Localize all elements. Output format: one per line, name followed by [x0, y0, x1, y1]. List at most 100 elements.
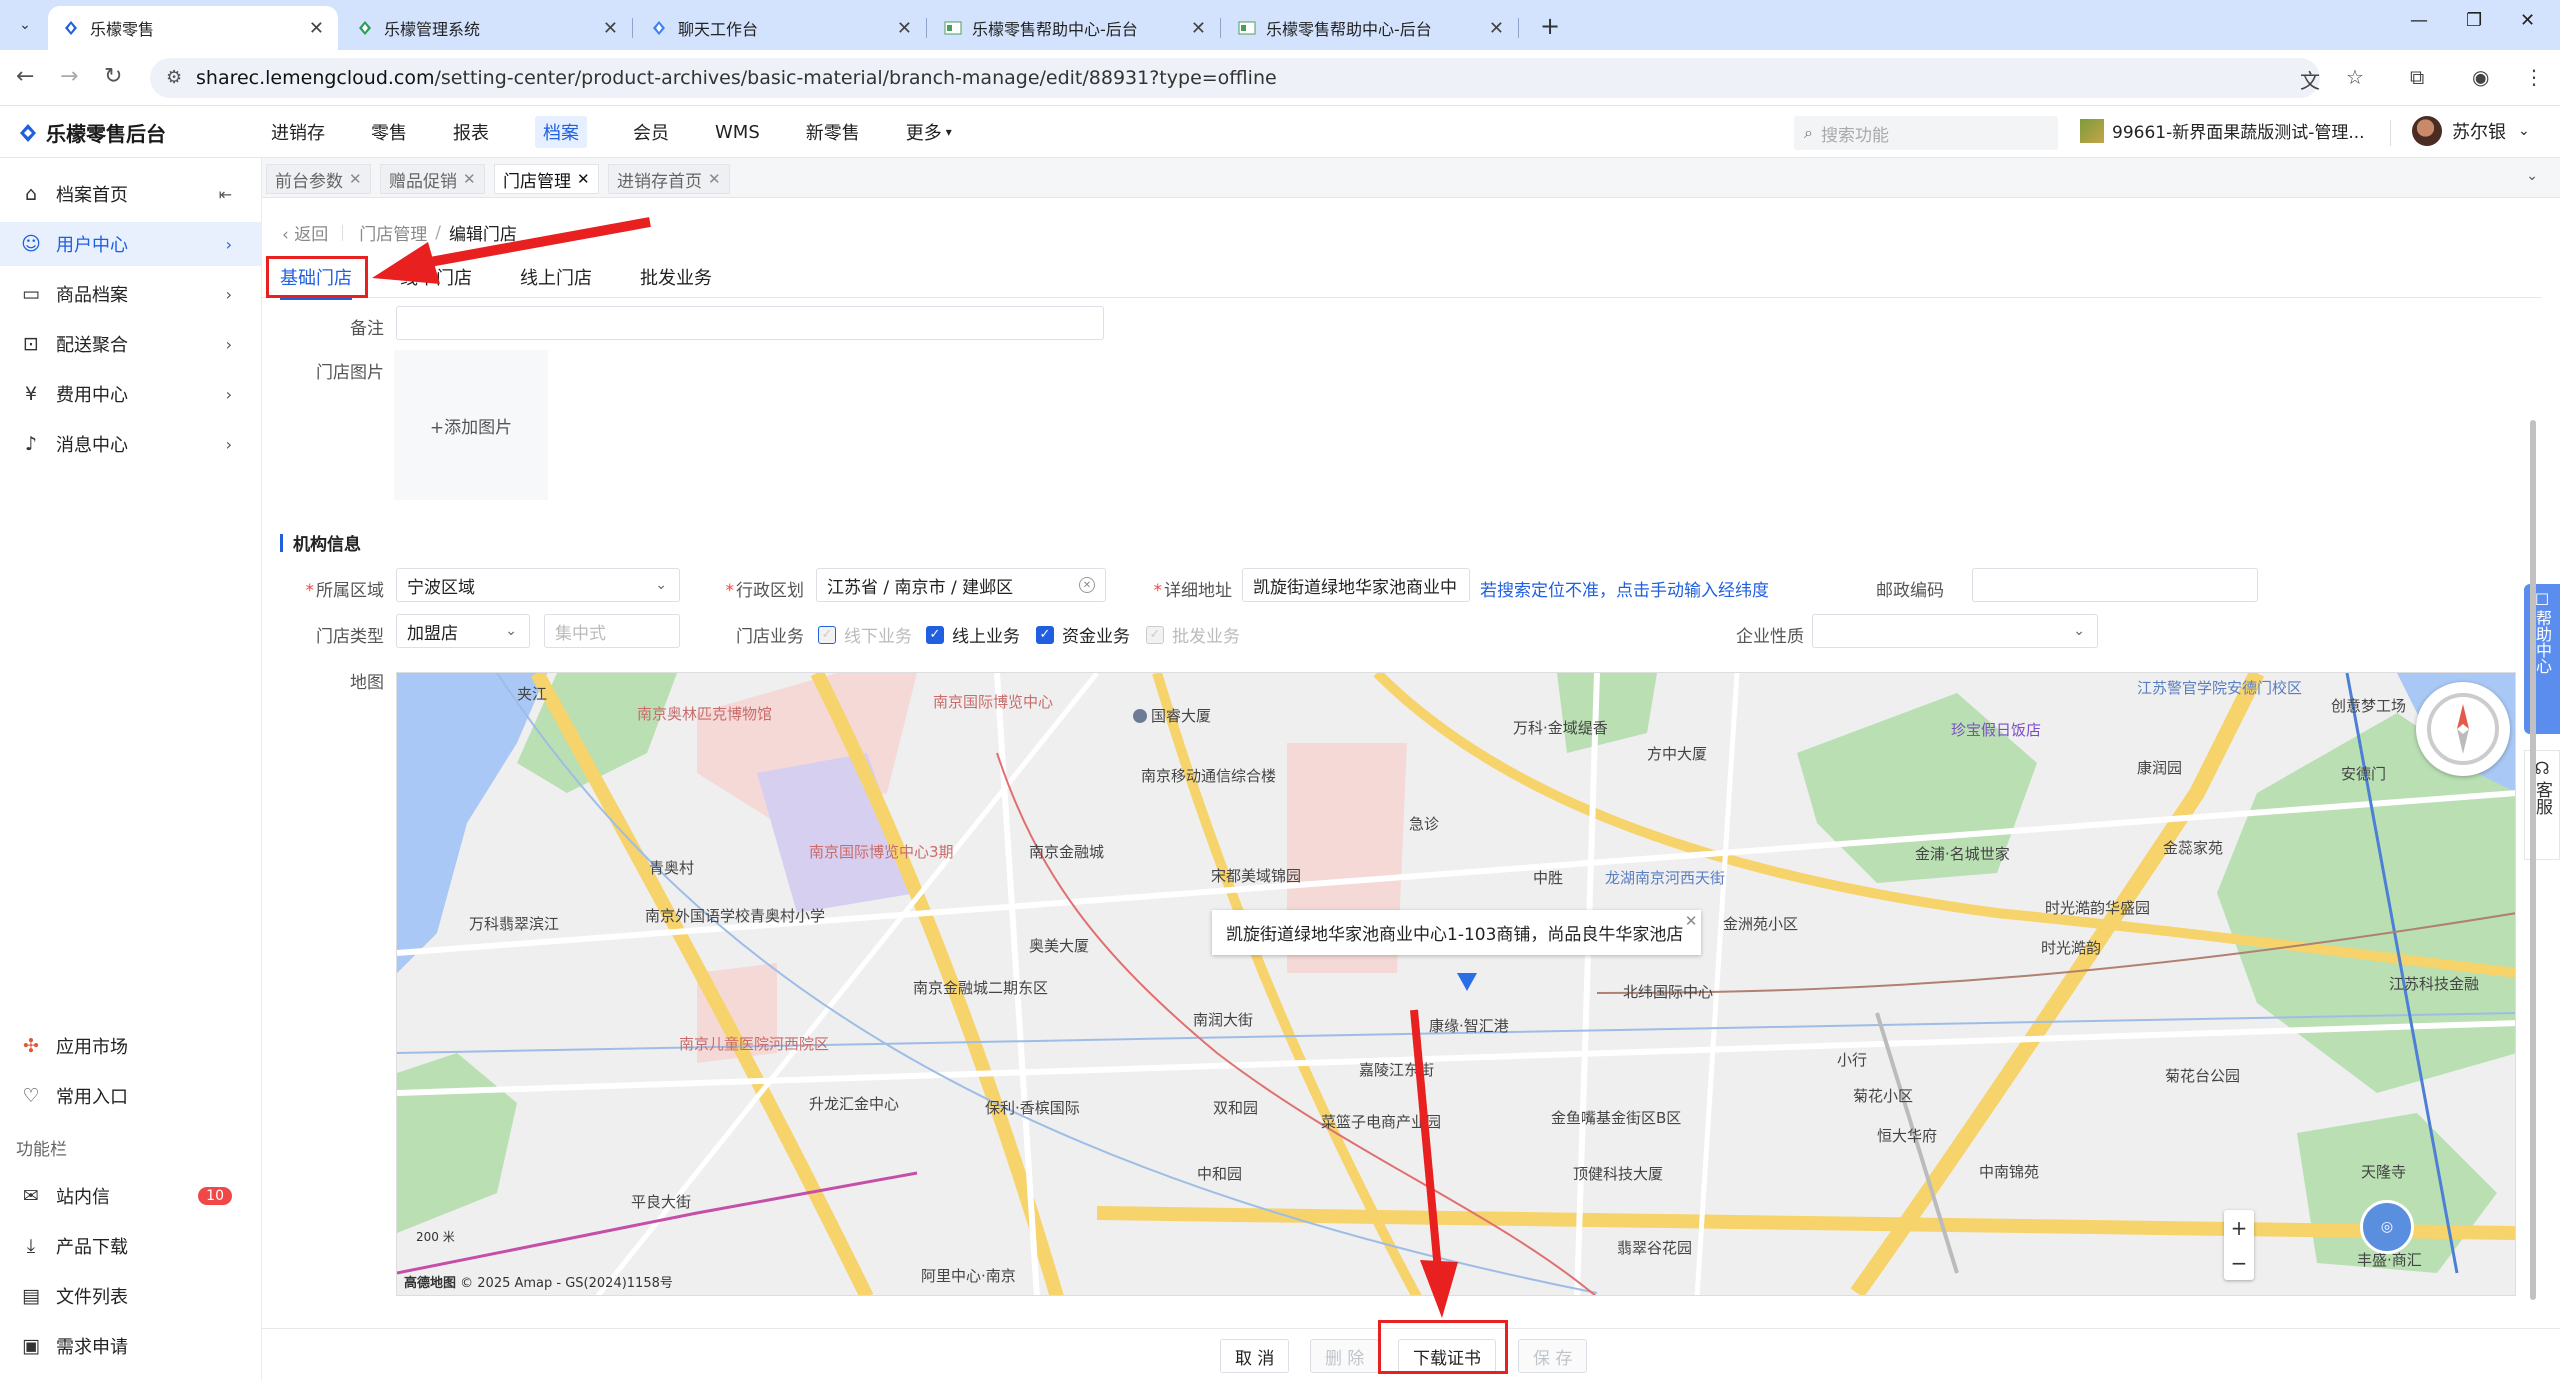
window-close-icon[interactable]: ✕	[2520, 10, 2535, 31]
zoom-out-button[interactable]: −	[2224, 1245, 2254, 1280]
extensions-icon[interactable]: ⧉	[2410, 65, 2424, 89]
map-label: 嘉陵江东街	[1359, 1061, 1435, 1079]
close-icon[interactable]: ✕	[603, 18, 618, 39]
sidebar-item-fees[interactable]: ¥ 费用中心 ›	[0, 372, 262, 416]
page-tab-jxc-home[interactable]: 进销存首页 ✕	[608, 164, 730, 194]
map-attribution: 高德地图 © 2025 Amap - GS(2024)1158号	[404, 1276, 673, 1291]
sidebar-item-inbox[interactable]: ✉ 站内信 10	[0, 1174, 262, 1218]
close-icon[interactable]: ✕	[708, 170, 721, 188]
map-label: 南润大街	[1193, 1011, 1254, 1029]
nav-huiyuan[interactable]: 会员	[617, 106, 685, 158]
tab-search-icon[interactable]: ⌄	[10, 10, 40, 40]
zip-input[interactable]	[1972, 568, 2258, 602]
tab-online-store[interactable]: 线上门店	[520, 264, 592, 290]
site-info-icon[interactable]: ⚙	[166, 67, 182, 88]
nav-xinlingshou[interactable]: 新零售	[790, 106, 876, 158]
delete-button[interactable]: 删 除	[1310, 1339, 1380, 1373]
chevron-down-icon: ⌄	[2518, 123, 2530, 139]
sidebar-item-files[interactable]: ▤ 文件列表	[0, 1274, 262, 1318]
map-compass[interactable]	[2416, 682, 2510, 776]
mode-input[interactable]: 集中式	[544, 614, 680, 648]
cancel-button[interactable]: 取 消	[1220, 1339, 1290, 1373]
bookmark-star-icon[interactable]: ☆	[2346, 65, 2364, 89]
browser-menu-icon[interactable]: ⋮	[2524, 65, 2544, 89]
app-logo[interactable]: 乐檬零售后台	[18, 118, 166, 147]
store-map[interactable]: 夹江 南京奥林匹克博物馆 南京国际博览中心 国睿大厦 南京移动通信综合楼 急诊 …	[396, 672, 2516, 1296]
region-label: * 所属区域	[305, 581, 385, 601]
close-icon[interactable]: ✕	[349, 170, 362, 188]
page-tab-store-manage[interactable]: 门店管理 ✕	[494, 164, 599, 194]
close-icon[interactable]: ✕	[463, 170, 476, 188]
page-tab-zengpin[interactable]: 赠品促销 ✕	[380, 164, 485, 194]
back-arrow-icon[interactable]: ←	[16, 64, 34, 89]
nav-baobiao[interactable]: 报表	[437, 106, 505, 158]
caret-down-icon: ▾	[945, 125, 952, 139]
collapse-sidebar-icon[interactable]: ⇤	[219, 185, 232, 204]
chevron-down-icon[interactable]: ⌄	[2526, 168, 2538, 184]
nav-wms[interactable]: WMS	[699, 106, 776, 158]
online-business-checkbox[interactable]: ✓ 线上业务	[926, 622, 1020, 647]
region-select[interactable]: 宁波区域 ⌄	[396, 568, 680, 602]
back-link[interactable]: ‹ 返回	[282, 220, 328, 245]
browser-tab-0[interactable]: 乐檬零售 ✕	[48, 6, 338, 50]
nav-dangan[interactable]: 档案	[519, 106, 603, 158]
url-input[interactable]: ⚙ sharec.lemengcloud.com/setting-center/…	[150, 58, 2320, 98]
sidebar-item-favorites[interactable]: ♡ 常用入口	[0, 1074, 262, 1118]
close-icon[interactable]: ✕	[1489, 18, 1504, 39]
offline-business-checkbox[interactable]: ✓ 线下业务	[818, 622, 912, 647]
restore-icon[interactable]: ❐	[2466, 10, 2482, 31]
map-label: 江苏警官学院安德门校区	[2137, 679, 2303, 697]
minimize-icon[interactable]: —	[2410, 10, 2428, 31]
store-selector[interactable]: 99661-新界面果蔬版测试-管理...	[2080, 118, 2365, 143]
profile-icon[interactable]: ◉	[2472, 65, 2489, 89]
add-image-button[interactable]: +添加图片	[394, 350, 548, 500]
locate-button[interactable]: ◎	[2360, 1200, 2414, 1254]
nav-jinxiaocun[interactable]: 进销存	[255, 106, 341, 158]
nav-more[interactable]: 更多 ▾	[890, 106, 968, 158]
lemeng-logo-icon	[20, 123, 36, 142]
close-icon[interactable]: ✕	[1191, 18, 1206, 39]
sidebar-item-delivery[interactable]: ⊡ 配送聚合 ›	[0, 322, 262, 366]
browser-tab-1[interactable]: 乐檬管理系统 ✕	[342, 6, 633, 50]
sidebar-item-user-center[interactable]: ☺ 用户中心 ›	[0, 222, 262, 266]
tab-wholesale[interactable]: 批发业务	[640, 264, 712, 290]
zoom-in-button[interactable]: +	[2224, 1210, 2254, 1245]
browser-tab-2[interactable]: 聊天工作台 ✕	[636, 6, 927, 50]
fund-business-checkbox[interactable]: ✓ 资金业务	[1036, 622, 1130, 647]
address-input[interactable]: 凯旋街道绿地华家池商业中	[1242, 568, 1470, 602]
wholesale-business-checkbox[interactable]: ✓ 批发业务	[1146, 622, 1240, 647]
close-icon[interactable]: ✕	[897, 18, 912, 39]
tab-offline-store[interactable]: 线下门店	[400, 264, 472, 290]
manual-coords-link[interactable]: 若搜索定位不准，点击手动输入经纬度	[1480, 576, 1769, 601]
close-icon[interactable]: ✕	[577, 170, 590, 188]
new-tab-button[interactable]: +	[1540, 12, 1560, 40]
user-menu[interactable]: 苏尔银 ⌄	[2412, 116, 2530, 146]
browser-tab-3[interactable]: 乐檬零售帮助中心-后台 ✕	[930, 6, 1221, 50]
sidebar-item-download[interactable]: ⤓ 产品下载	[0, 1224, 262, 1268]
page-tab-qiantai[interactable]: 前台参数 ✕	[266, 164, 371, 194]
sidebar-item-request[interactable]: ▣ 需求申请	[0, 1324, 262, 1368]
forward-arrow-icon[interactable]: →	[60, 64, 78, 89]
sidebar-item-goods[interactable]: ▭ 商品档案 ›	[0, 272, 262, 316]
sidebar-item-app-market[interactable]: ✣ 应用市场	[0, 1024, 262, 1068]
chevron-right-icon: ›	[225, 284, 232, 304]
content-scrollbar[interactable]	[2530, 300, 2536, 1320]
heart-icon: ♡	[22, 1085, 40, 1107]
chevron-down-icon: ⌄	[2073, 623, 2085, 639]
reload-icon[interactable]: ↻	[104, 64, 122, 89]
close-icon[interactable]: ✕	[309, 18, 324, 39]
breadcrumb-parent[interactable]: 门店管理	[359, 220, 427, 245]
clear-icon[interactable]: ✕	[1079, 577, 1095, 593]
sidebar-item-messages[interactable]: ♪ 消息中心 ›	[0, 422, 262, 466]
enterprise-nature-select[interactable]: ⌄	[1812, 614, 2098, 648]
store-type-select[interactable]: 加盟店 ⌄	[396, 614, 530, 648]
nav-lingshou[interactable]: 零售	[355, 106, 423, 158]
save-button[interactable]: 保 存	[1518, 1339, 1588, 1373]
translate-icon[interactable]: 文	[2300, 65, 2320, 94]
close-icon[interactable]: ✕	[1685, 912, 1698, 930]
browser-tab-4[interactable]: 乐檬零售帮助中心-后台 ✕	[1224, 6, 1519, 50]
sidebar-item-home[interactable]: ⌂ 档案首页 ⇤	[0, 172, 262, 216]
remark-input[interactable]	[396, 306, 1104, 340]
function-search-input[interactable]: ⌕ 搜索功能	[1794, 116, 2058, 150]
district-cascader[interactable]: 江苏省 / 南京市 / 建邺区 ✕	[816, 568, 1106, 602]
